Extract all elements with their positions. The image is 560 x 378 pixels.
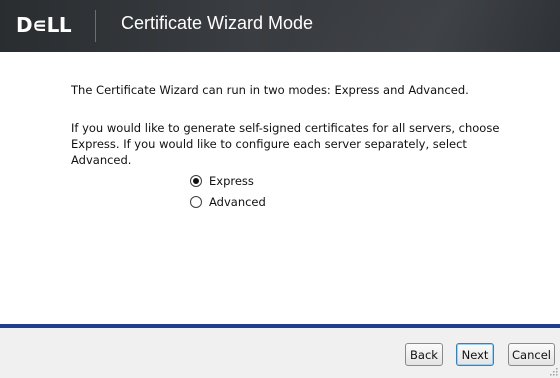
advanced-radio[interactable] [190,196,202,208]
page-title: Certificate Wizard Mode [121,13,314,33]
express-label[interactable]: Express [209,174,254,188]
wizard-footer: Back Next Cancel [0,328,560,378]
mode-option-express[interactable]: Express [190,173,254,189]
dell-logo-text: D∊LL [16,13,72,37]
express-radio[interactable] [190,175,202,187]
explanation-text: If you would like to generate self-signe… [71,121,500,167]
next-button[interactable]: Next [456,343,494,366]
wizard-content: The Certificate Wizard can run in two mo… [0,52,560,324]
intro-text: The Certificate Wizard can run in two mo… [71,83,469,97]
header-sheen [278,0,560,52]
wizard-header: D∊LL Certificate Wizard Mode [0,0,560,52]
mode-option-advanced[interactable]: Advanced [190,194,266,210]
header-divider [95,10,96,42]
dell-logo: D∊LL [16,12,72,38]
advanced-label[interactable]: Advanced [209,195,266,209]
resize-grip-icon[interactable] [548,366,558,376]
cancel-button[interactable]: Cancel [508,343,555,366]
back-button[interactable]: Back [405,343,443,366]
